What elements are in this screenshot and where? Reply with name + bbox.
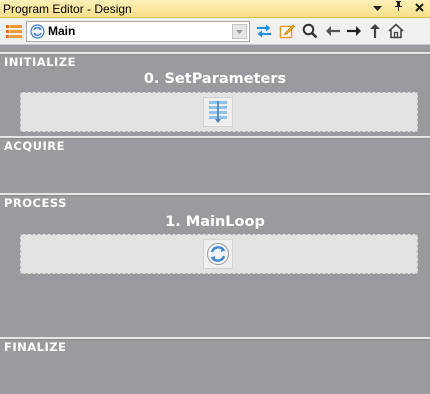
step-icon-button[interactable] <box>203 239 233 269</box>
section-label-initialize: INITIALIZE <box>4 55 77 69</box>
edit-icon <box>279 24 295 39</box>
up-button[interactable] <box>365 21 385 41</box>
search-icon <box>302 23 318 39</box>
section-label-finalize: FINALIZE <box>4 340 67 354</box>
program-selector-value: Main <box>48 24 76 38</box>
arrow-up-icon <box>370 24 380 38</box>
refresh-icon <box>30 24 45 39</box>
step-title-mainloop: 1. MainLoop <box>165 214 265 230</box>
arrow-left-icon <box>326 26 340 36</box>
parameters-icon <box>209 101 227 123</box>
home-button[interactable] <box>386 21 406 41</box>
section-label-process: PROCESS <box>4 196 67 210</box>
edit-button[interactable] <box>277 21 297 41</box>
exchange-icon <box>257 24 271 38</box>
step-block-setparameters[interactable] <box>20 92 418 132</box>
back-button[interactable] <box>323 21 343 41</box>
program-selector[interactable]: Main <box>26 21 250 42</box>
home-icon <box>388 23 404 39</box>
program-editor-window: Program Editor - Design Main INITIALIZE … <box>0 0 430 394</box>
chevron-down-icon[interactable] <box>369 0 385 17</box>
forward-button[interactable] <box>344 21 364 41</box>
pin-icon[interactable] <box>390 0 406 17</box>
loop-icon <box>207 243 229 265</box>
toolbar: Main <box>0 18 430 45</box>
step-icon-button[interactable] <box>203 97 233 127</box>
title-bar: Program Editor - Design <box>0 0 430 18</box>
chevron-down-icon[interactable] <box>232 24 247 39</box>
section-label-acquire: ACQUIRE <box>4 139 65 153</box>
step-title-setparameters: 0. SetParameters <box>143 71 287 87</box>
search-button[interactable] <box>300 21 320 41</box>
arrow-right-icon <box>347 26 361 36</box>
close-icon[interactable] <box>411 0 427 17</box>
step-block-mainloop[interactable] <box>20 234 418 274</box>
list-icon <box>6 24 22 38</box>
window-title: Program Editor - Design <box>3 2 132 16</box>
swap-button[interactable] <box>254 21 274 41</box>
menu-list-button[interactable] <box>4 21 24 41</box>
